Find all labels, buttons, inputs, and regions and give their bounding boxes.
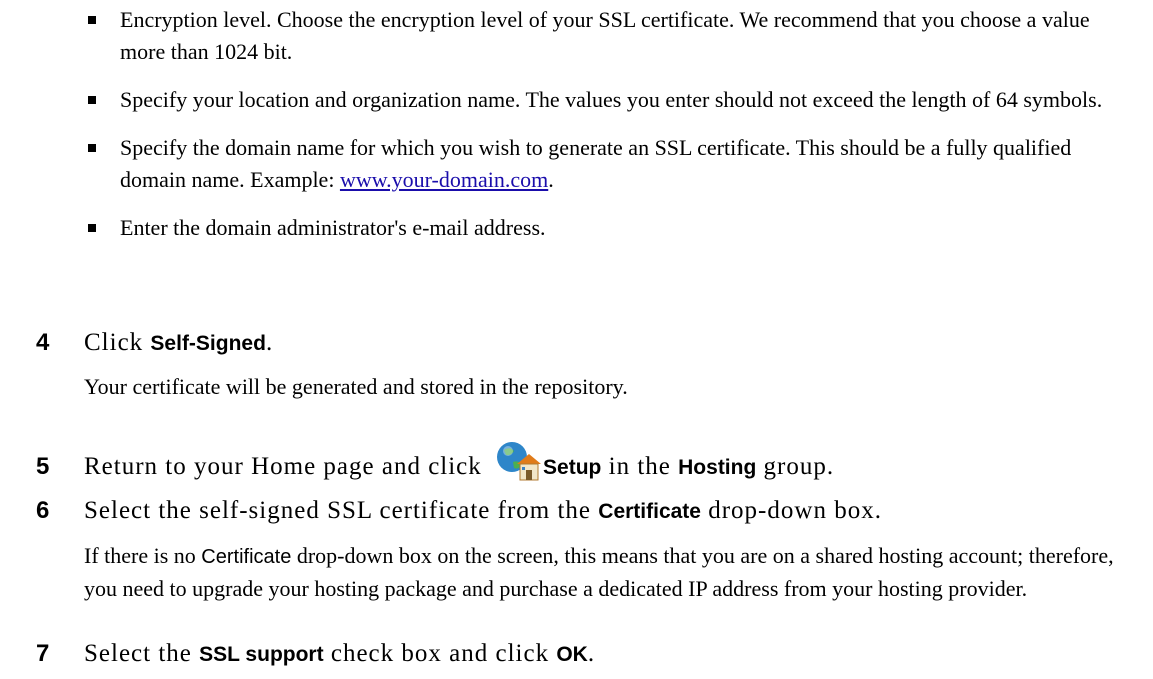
certificate-ui-label: Certificate [598, 500, 701, 523]
step-6-note: If there is no Certificate drop-down box… [84, 540, 1124, 604]
bullet-text-end: . [548, 167, 554, 192]
bullet-list: Encryption level. Choose the encryption … [88, 4, 1138, 260]
step-text-end: drop-down box. [700, 497, 882, 524]
ssl-support-ui-label: SSL support [199, 643, 324, 666]
bullet-marker [88, 224, 96, 232]
ok-ui-label: OK [556, 643, 588, 666]
step-4-note: Your certificate will be generated and s… [84, 374, 628, 399]
step-number: 7 [36, 640, 50, 667]
step-number: 4 [36, 329, 50, 356]
certificate-ui-label: Certificate [201, 546, 292, 568]
step-number: 5 [36, 453, 50, 480]
setup-globe-house-icon [495, 440, 542, 482]
example-domain-link[interactable]: www.your-domain.com [340, 167, 548, 192]
step-4: 4 Click Self-Signed. [36, 327, 273, 360]
step-text-mid: check box and click [323, 640, 557, 667]
step-text: Click [84, 329, 151, 356]
bullet-marker [88, 96, 96, 104]
self-signed-ui-label: Self-Signed [150, 332, 266, 355]
step-text-end: . [265, 329, 274, 356]
bullet-text: Specify your location and organization n… [120, 87, 1103, 112]
step-text: Select the self-signed SSL certificate f… [84, 497, 599, 524]
bullet-admin-email: Enter the domain administrator's e-mail … [88, 212, 1138, 244]
step-5: 5 Return to your Home page and click Setu… [36, 440, 834, 484]
step-7: 7 Select the SSL support check box and cl… [36, 638, 595, 671]
bullet-marker [88, 144, 96, 152]
setup-ui-label: Setup [543, 456, 602, 479]
step-6: 6 Select the self-signed SSL certificate … [36, 495, 882, 528]
step-text: Select the [84, 640, 200, 667]
bullet-text: Specify the domain name for which you wi… [120, 135, 1072, 192]
bullet-marker [88, 16, 96, 24]
step-number: 6 [36, 497, 50, 524]
bullet-location-organization: Specify your location and organization n… [88, 84, 1138, 116]
note-text: If there is no [84, 543, 202, 568]
bullet-domain-name: Specify the domain name for which you wi… [88, 132, 1138, 196]
step-text-mid: in the [601, 453, 679, 480]
step-text-end: . [587, 640, 596, 667]
bullet-text: Enter the domain administrator's e-mail … [120, 215, 546, 240]
step-text: Return to your Home page and click [84, 453, 490, 480]
bullet-encryption-level: Encryption level. Choose the encryption … [88, 4, 1138, 68]
bullet-text: Encryption level. Choose the encryption … [120, 7, 1090, 64]
step-text-end: group. [756, 453, 835, 480]
hosting-ui-label: Hosting [678, 456, 757, 479]
